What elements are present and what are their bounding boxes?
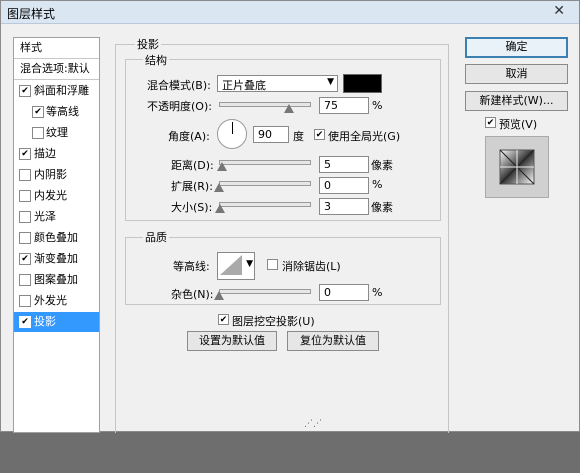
angle-dial[interactable] [217, 119, 247, 149]
size-slider[interactable] [219, 202, 311, 207]
angle-label: 角度(A): [168, 130, 210, 143]
contour-picker[interactable]: ▼ [217, 252, 255, 280]
sidebar-item-outer-glow[interactable]: 外发光 [14, 291, 99, 311]
title-bar: 图层样式 ✕ [1, 1, 579, 24]
size-unit: 像素 [371, 201, 393, 214]
ok-button[interactable]: 确定 [465, 37, 568, 58]
checkbox-drop-shadow[interactable]: ✔ [19, 316, 31, 328]
layer-style-dialog: 图层样式 ✕ 样式 混合选项:默认 ✔ 斜面和浮雕 ✔ 等高线 纹理 ✔ 描边 [0, 0, 580, 433]
size-slider-thumb[interactable] [215, 204, 225, 213]
new-style-button[interactable]: 新建样式(W)... [465, 91, 568, 111]
checkbox-color-overlay[interactable] [19, 232, 31, 244]
resize-grip-icon[interactable]: ⋰⋰ [304, 419, 322, 429]
angle-input[interactable]: 90 [253, 126, 289, 143]
styles-list: 样式 混合选项:默认 ✔ 斜面和浮雕 ✔ 等高线 纹理 ✔ 描边 内阴影 内发光… [13, 37, 100, 433]
checkbox-outer-glow[interactable] [19, 295, 31, 307]
structure-title: 结构 [143, 52, 169, 68]
opacity-slider[interactable] [219, 102, 311, 107]
noise-unit: % [372, 286, 383, 299]
checkbox-texture[interactable] [32, 127, 44, 139]
quality-title: 品质 [143, 229, 169, 245]
distance-unit: 像素 [371, 159, 393, 172]
distance-slider-thumb[interactable] [217, 162, 227, 171]
checkbox-contour[interactable]: ✔ [32, 106, 44, 118]
opacity-label: 不透明度(O): [147, 100, 212, 113]
opacity-unit: % [372, 99, 383, 112]
close-icon[interactable]: ✕ [553, 3, 565, 19]
sidebar-item-texture[interactable]: 纹理 [14, 123, 99, 143]
spread-label: 扩展(R): [171, 180, 213, 193]
noise-slider-thumb[interactable] [214, 291, 224, 300]
knockout-label: 图层挖空投影(U) [232, 315, 315, 328]
spread-slider[interactable] [219, 181, 311, 186]
global-light-label: 使用全局光(G) [328, 130, 401, 143]
antialias-checkbox[interactable] [267, 259, 278, 270]
make-default-button[interactable]: 设置为默认值 [187, 331, 277, 351]
shadow-color-swatch[interactable] [343, 74, 382, 93]
noise-input[interactable]: 0 [319, 284, 369, 301]
sidebar-item-stroke[interactable]: ✔ 描边 [14, 144, 99, 164]
window-title: 图层样式 [7, 7, 56, 21]
opacity-slider-thumb[interactable] [284, 104, 294, 113]
sidebar-item-color-overlay[interactable]: 颜色叠加 [14, 228, 99, 248]
chevron-down-icon: ▼ [327, 77, 334, 87]
checkbox-stroke[interactable]: ✔ [19, 148, 31, 160]
blend-mode-select[interactable]: 正片叠底 ▼ [217, 75, 338, 92]
degree-unit: 度 [293, 130, 304, 143]
cancel-button[interactable]: 取消 [465, 64, 568, 84]
preview-swatch-icon [499, 149, 535, 185]
sidebar-item-inner-glow[interactable]: 内发光 [14, 186, 99, 206]
size-label: 大小(S): [171, 201, 213, 214]
antialias-label: 消除锯齿(L) [282, 260, 341, 273]
chevron-down-icon: ▼ [246, 259, 253, 269]
sidebar-item-inner-shadow[interactable]: 内阴影 [14, 165, 99, 185]
distance-input[interactable]: 5 [319, 156, 369, 173]
knockout-checkbox[interactable]: ✔ [218, 314, 229, 325]
sidebar-item-contour[interactable]: ✔ 等高线 [14, 102, 99, 122]
opacity-input[interactable]: 75 [319, 97, 369, 114]
sidebar-item-gradient-overlay[interactable]: ✔ 渐变叠加 [14, 249, 99, 269]
spread-slider-thumb[interactable] [214, 183, 224, 192]
global-light-checkbox[interactable]: ✔ [314, 129, 325, 140]
distance-label: 距离(D): [171, 159, 214, 172]
preview-checkbox[interactable]: ✔ [485, 117, 496, 128]
reset-default-button[interactable]: 复位为默认值 [287, 331, 379, 351]
spread-input[interactable]: 0 [319, 177, 369, 194]
sidebar-item-satin[interactable]: 光泽 [14, 207, 99, 227]
noise-label: 杂色(N): [171, 288, 214, 301]
drop-shadow-title: 投影 [135, 36, 161, 52]
checkbox-inner-glow[interactable] [19, 190, 31, 202]
checkbox-satin[interactable] [19, 211, 31, 223]
size-input[interactable]: 3 [319, 198, 369, 215]
spread-unit: % [372, 178, 383, 191]
noise-slider[interactable] [219, 289, 311, 294]
blend-options-item[interactable]: 混合选项:默认 [14, 59, 99, 79]
distance-slider[interactable] [219, 160, 311, 165]
sidebar-item-pattern-overlay[interactable]: 图案叠加 [14, 270, 99, 290]
checkbox-pattern-overlay[interactable] [19, 274, 31, 286]
checkbox-inner-shadow[interactable] [19, 169, 31, 181]
styles-header: 样式 [20, 41, 42, 54]
sidebar-item-drop-shadow[interactable]: ✔ 投影 [14, 312, 99, 332]
preview-label: 预览(V) [499, 118, 538, 131]
blend-mode-label: 混合模式(B): [147, 79, 211, 92]
sidebar-item-bevel-emboss[interactable]: ✔ 斜面和浮雕 [14, 81, 99, 101]
checkbox-gradient-overlay[interactable]: ✔ [19, 253, 31, 265]
contour-label: 等高线: [173, 260, 210, 273]
style-preview-thumbnail [485, 136, 549, 198]
checkbox-bevel-emboss[interactable]: ✔ [19, 85, 31, 97]
